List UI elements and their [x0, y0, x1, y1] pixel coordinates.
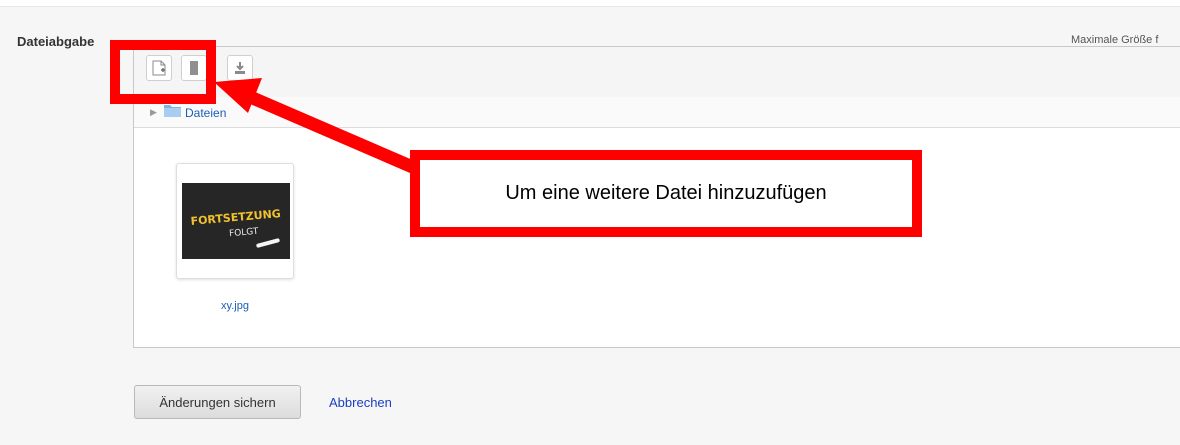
- annotation-callout: Um eine weitere Datei hinzuzufügen: [410, 150, 922, 237]
- callout-text: Um eine weitere Datei hinzuzufügen: [505, 182, 827, 204]
